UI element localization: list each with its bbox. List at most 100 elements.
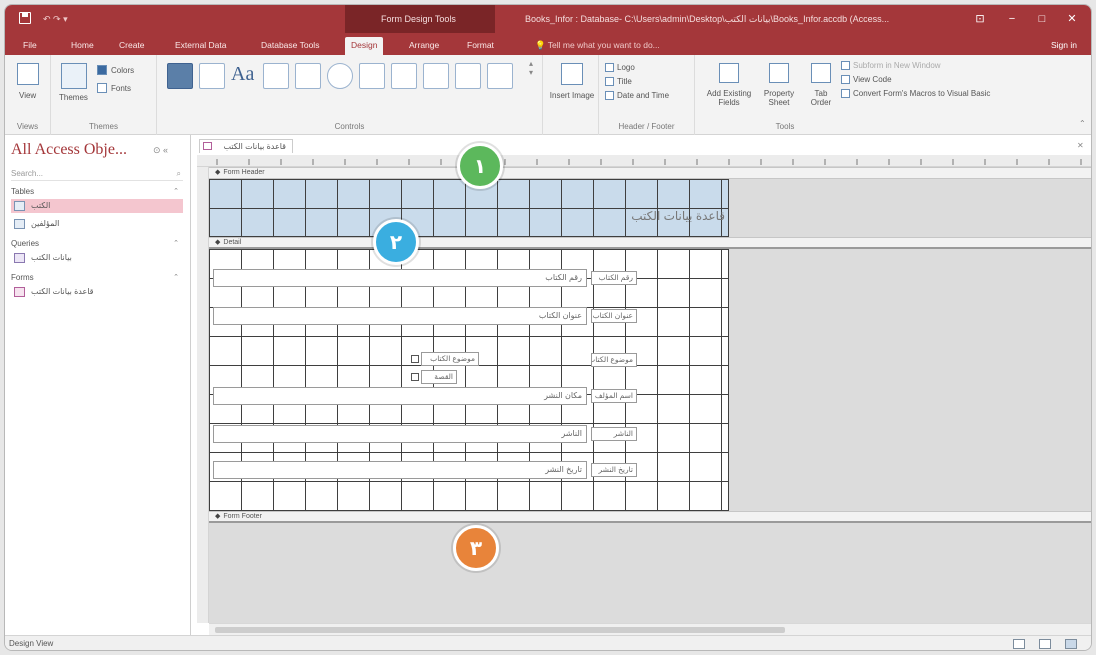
- logo-icon[interactable]: [605, 63, 614, 72]
- vertical-ruler[interactable]: [197, 167, 209, 623]
- ribbon-display-icon[interactable]: ⊡: [969, 11, 991, 27]
- book-number-label[interactable]: رقم الكتاب: [591, 271, 637, 285]
- navigation-control-icon[interactable]: [391, 63, 417, 89]
- form-header-section[interactable]: قاعدة بيانات الكتب: [209, 179, 729, 237]
- section-marker-icon: ◆: [215, 513, 221, 520]
- tab-order-label: Tab Order: [810, 89, 832, 107]
- document-area: قاعدة بيانات الكتب ✕ ◆ Form Header قاعدة …: [191, 135, 1091, 635]
- tab-order-icon[interactable]: [811, 63, 831, 83]
- controls-scroll-icon[interactable]: ▴ ▾: [529, 59, 533, 77]
- text-box-icon[interactable]: [199, 63, 225, 89]
- property-sheet-label: Property Sheet: [763, 89, 795, 107]
- layout-view-icon[interactable]: [1039, 639, 1051, 649]
- close-icon[interactable]: ✕: [1061, 11, 1083, 27]
- form-title-label[interactable]: قاعدة بيانات الكتب: [549, 205, 729, 227]
- nav-item-query-books-data[interactable]: بيانات الكتب: [11, 251, 183, 265]
- convert-macros-icon[interactable]: [841, 89, 850, 98]
- document-tab[interactable]: قاعدة بيانات الكتب: [199, 139, 293, 153]
- tab-database-tools[interactable]: Database Tools: [255, 37, 325, 55]
- nav-pane-title[interactable]: All Access Obje...: [11, 141, 127, 159]
- contextual-tab-group: Form Design Tools: [345, 5, 495, 33]
- subform-icon[interactable]: [841, 61, 850, 70]
- nav-pane-menu-icon[interactable]: ⊙ «: [153, 145, 168, 156]
- story-checkbox[interactable]: [411, 373, 419, 381]
- book-title-label[interactable]: عنوان الكتاب: [591, 309, 637, 323]
- tab-file[interactable]: File: [17, 37, 43, 55]
- form-footer-bar[interactable]: ◆ Form Footer: [209, 511, 1091, 523]
- detail-bar[interactable]: ◆ Detail: [209, 237, 1091, 249]
- view-code-icon[interactable]: [841, 75, 850, 84]
- horizontal-ruler[interactable]: [197, 155, 1091, 167]
- tab-control-icon[interactable]: [295, 63, 321, 89]
- tab-create[interactable]: Create: [113, 37, 151, 55]
- form-footer-label: Form Footer: [223, 513, 262, 520]
- publish-date-textbox[interactable]: تاريخ النشر: [213, 461, 587, 479]
- tab-arrange[interactable]: Arrange: [403, 37, 445, 55]
- nav-search-input[interactable]: Search... ⌕: [11, 169, 183, 181]
- horizontal-scrollbar[interactable]: [209, 623, 1091, 635]
- minimize-icon[interactable]: −: [1001, 11, 1023, 27]
- book-title-textbox[interactable]: عنوان الكتاب: [213, 307, 587, 325]
- save-icon[interactable]: [19, 12, 31, 24]
- colors-label: Colors: [111, 66, 135, 75]
- maximize-icon[interactable]: □: [1031, 11, 1053, 27]
- author-name-label[interactable]: اسم المؤلف: [591, 389, 637, 403]
- nav-group-tables[interactable]: Tables ⌃: [11, 187, 183, 196]
- tab-format[interactable]: Format: [461, 37, 500, 55]
- detail-section[interactable]: رقم الكتاب رقم الكتاب عنوان الكتاب عنوان…: [209, 249, 729, 511]
- header-footer-group: Logo Title Date and Time Header / Footer: [599, 55, 695, 135]
- form-design-canvas[interactable]: ◆ Form Header قاعدة بيانات الكتب ◆ Detail …: [209, 143, 1091, 623]
- nav-group-queries[interactable]: Queries ⌃: [11, 239, 183, 248]
- publisher-textbox[interactable]: الناشر: [213, 425, 587, 443]
- convert-macros-label: Convert Form's Macros to Visual Basic: [853, 89, 991, 98]
- sign-in-link[interactable]: Sign in: [1051, 40, 1077, 50]
- view-icon[interactable]: [17, 63, 39, 85]
- tab-external-data[interactable]: External Data: [169, 37, 233, 55]
- nav-item-table-books[interactable]: الكتب: [11, 199, 183, 213]
- property-sheet-icon[interactable]: [769, 63, 789, 83]
- colors-icon[interactable]: [97, 65, 107, 75]
- tell-me-box[interactable]: 💡 Tell me what you want to do...: [535, 40, 660, 51]
- option-group-icon[interactable]: [423, 63, 449, 89]
- nav-group-forms[interactable]: Forms ⌃: [11, 273, 183, 282]
- fonts-icon[interactable]: [97, 83, 107, 93]
- web-browser-icon[interactable]: [359, 63, 385, 89]
- button-control-icon[interactable]: [263, 63, 289, 89]
- page-break-icon[interactable]: [455, 63, 481, 89]
- book-number-textbox[interactable]: رقم الكتاب: [213, 269, 587, 287]
- close-document-icon[interactable]: ✕: [1077, 141, 1084, 150]
- insert-image-icon[interactable]: [561, 63, 583, 85]
- form-header-label: Form Header: [223, 169, 265, 176]
- ribbon-tabs: File Home Create External Data Database …: [5, 33, 1091, 55]
- date-time-icon[interactable]: [605, 91, 614, 100]
- combo-box-icon[interactable]: [487, 63, 513, 89]
- quick-access-toolbar[interactable]: ↶ ↷ ▾: [43, 14, 68, 25]
- form-footer-section[interactable]: [209, 525, 1091, 623]
- subject-option-label[interactable]: موضوع الكتاب: [421, 352, 479, 366]
- nav-item-form-books-db[interactable]: قاعدة بيانات الكتب: [11, 285, 183, 299]
- nav-item-label: قاعدة بيانات الكتب: [31, 287, 94, 296]
- publish-date-label[interactable]: تاريخ النشر: [591, 463, 637, 477]
- subform-new-window-label: Subform in New Window: [853, 61, 941, 70]
- access-window: ↶ ↷ ▾ Form Design Tools Books_Infor : Da…: [4, 4, 1092, 651]
- hyperlink-icon[interactable]: [327, 63, 353, 89]
- tab-home[interactable]: Home: [65, 37, 100, 55]
- collapse-ribbon-icon[interactable]: ⌃: [1079, 119, 1086, 128]
- book-subject-label[interactable]: موضوع الكتاب: [591, 353, 637, 367]
- form-view-icon[interactable]: [1013, 639, 1025, 649]
- add-existing-fields-icon[interactable]: [719, 63, 739, 83]
- subject-checkbox[interactable]: [411, 355, 419, 363]
- publish-place-textbox[interactable]: مكان النشر: [213, 387, 587, 405]
- select-pointer-icon[interactable]: [167, 63, 193, 89]
- nav-item-table-authors[interactable]: المؤلفين: [11, 217, 183, 231]
- scrollbar-thumb[interactable]: [215, 627, 785, 633]
- publisher-label[interactable]: الناشر: [591, 427, 637, 441]
- title-icon[interactable]: [605, 77, 614, 86]
- tab-design[interactable]: Design: [345, 37, 384, 55]
- status-text: Design View: [9, 639, 54, 648]
- design-view-icon[interactable]: [1065, 639, 1077, 649]
- themes-icon[interactable]: [61, 63, 87, 89]
- form-header-bar[interactable]: ◆ Form Header: [209, 167, 1091, 179]
- label-control-icon[interactable]: Aa: [231, 63, 257, 89]
- story-option-label[interactable]: القصة: [421, 370, 457, 384]
